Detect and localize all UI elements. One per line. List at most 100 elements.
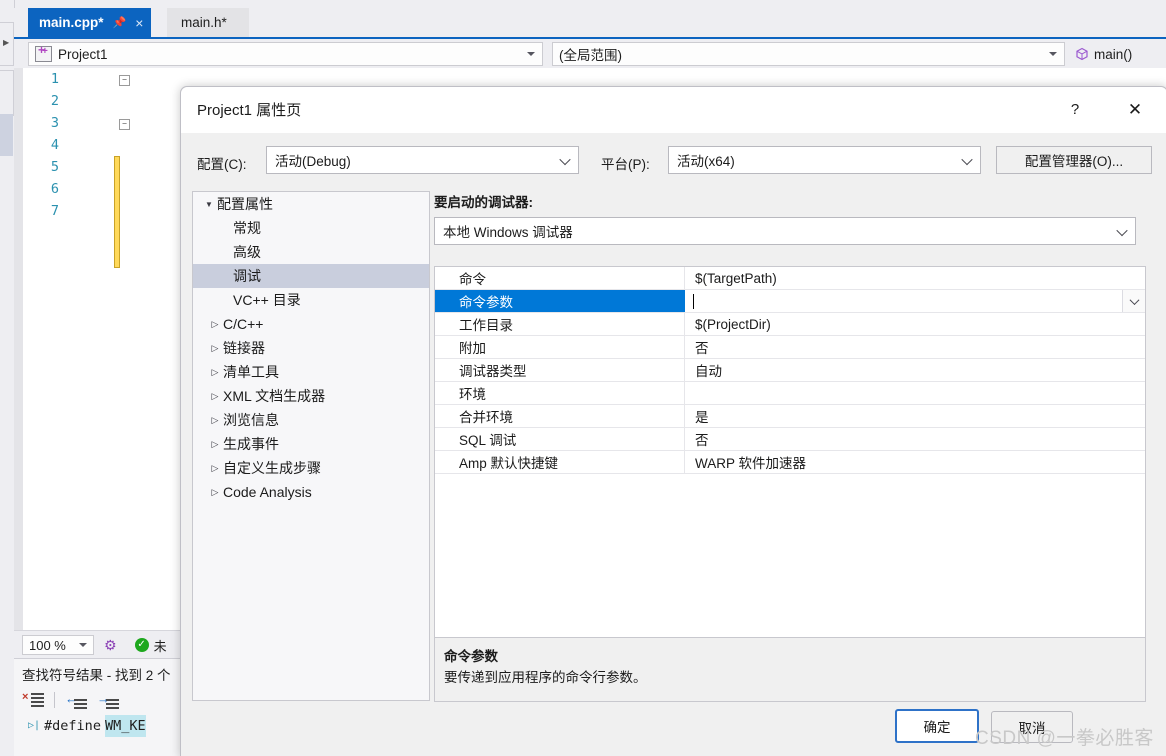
pin-icon[interactable]: 📌: [113, 16, 127, 29]
help-icon[interactable]: ?: [1061, 98, 1089, 122]
find-results-title: 查找符号结果 - 找到 2 个: [22, 664, 171, 684]
close-icon[interactable]: ✕: [1121, 98, 1149, 122]
tree-item-vcpp-directories[interactable]: VC++ 目录: [193, 288, 429, 312]
chevron-down-icon: [1116, 225, 1127, 236]
property-row-command-arguments[interactable]: 命令参数: [435, 290, 1145, 313]
tree-item-browse-information[interactable]: ▷ 浏览信息: [193, 408, 429, 432]
description-body: 要传递到应用程序的命令行参数。: [444, 666, 647, 686]
tree-item-c-cpp[interactable]: ▷ C/C++: [193, 312, 429, 336]
chevron-right-icon[interactable]: ▷: [207, 367, 223, 378]
debugger-selector[interactable]: 本地 Windows 调试器: [434, 217, 1136, 245]
tree-item-configuration-properties[interactable]: ▼ 配置属性: [193, 192, 429, 216]
dialog-config-bar: 配置(C): 活动(Debug) 平台(P): 活动(x64) 配置管理器(O)…: [181, 133, 1166, 189]
property-row-command[interactable]: 命令 $(TargetPath): [435, 267, 1145, 290]
property-value[interactable]: 否: [685, 428, 1145, 450]
property-row-merge-environment[interactable]: 合并环境 是: [435, 405, 1145, 428]
platform-selector[interactable]: 活动(x64): [668, 146, 981, 174]
text-cursor: [693, 294, 694, 309]
project-selector-value: Project1: [58, 47, 108, 62]
tree-item-label: 链接器: [223, 338, 265, 358]
tree-item-advanced[interactable]: 高级: [193, 240, 429, 264]
chevron-right-icon[interactable]: ▷: [207, 319, 223, 330]
property-description-box: 命令参数 要传递到应用程序的命令行参数。: [434, 637, 1146, 702]
property-value[interactable]: [685, 382, 1145, 404]
configuration-manager-button[interactable]: 配置管理器(O)...: [996, 146, 1152, 174]
zoom-level-selector[interactable]: 100 %: [22, 635, 94, 655]
find-result-row[interactable]: ▷| #define WM_KE: [28, 715, 146, 737]
property-value[interactable]: 否: [685, 336, 1145, 358]
ok-button[interactable]: 确定: [895, 709, 979, 743]
tree-item-label: 生成事件: [223, 434, 279, 454]
config-selector[interactable]: 活动(Debug): [266, 146, 579, 174]
tree-item-label: C/C++: [223, 316, 263, 332]
property-page-content: 要启动的调试器: 本地 Windows 调试器 命令 $(TargetPath)…: [434, 191, 1156, 699]
chevron-right-icon[interactable]: ▷: [207, 487, 223, 498]
chevron-down-icon: [961, 154, 972, 165]
find-results-toolbar: × ← →: [22, 687, 119, 713]
tree-item-label: 调试: [233, 266, 261, 286]
property-dropdown-button[interactable]: [1122, 290, 1145, 312]
property-value[interactable]: 自动: [685, 359, 1145, 381]
ok-button-label: 确定: [924, 716, 951, 736]
intellicode-icon[interactable]: ⚙: [104, 637, 117, 654]
chevron-right-icon[interactable]: ▷: [207, 415, 223, 426]
fold-collapse-icon[interactable]: −: [119, 75, 130, 86]
line-number: 2: [29, 90, 59, 112]
method-cube-icon: [1075, 47, 1089, 61]
property-row-environment[interactable]: 环境: [435, 382, 1145, 405]
tab-main-h[interactable]: main.h*: [167, 8, 249, 37]
left-dock-tab-2[interactable]: [0, 70, 14, 116]
chevron-down-icon[interactable]: ▼: [201, 200, 217, 209]
property-row-attach[interactable]: 附加 否: [435, 336, 1145, 359]
tree-item-label: 自定义生成步骤: [223, 458, 321, 478]
tree-item-custom-build-step[interactable]: ▷ 自定义生成步骤: [193, 456, 429, 480]
project-icon: [35, 46, 52, 62]
chevron-right-icon[interactable]: ▷: [207, 463, 223, 474]
property-grid[interactable]: 命令 $(TargetPath) 命令参数 工作目录 $(Projec: [434, 266, 1146, 701]
tree-item-general[interactable]: 常规: [193, 216, 429, 240]
left-dock-tab-selected[interactable]: [0, 114, 13, 156]
dialog-title-bar[interactable]: Project1 属性页 ? ✕: [181, 87, 1166, 133]
property-value[interactable]: $(ProjectDir): [685, 313, 1145, 335]
platform-label: 平台(P):: [601, 153, 650, 173]
fold-collapse-icon[interactable]: −: [119, 119, 130, 130]
property-row-debugger-type[interactable]: 调试器类型 自动: [435, 359, 1145, 382]
chevron-right-icon[interactable]: ▷: [207, 343, 223, 354]
property-value[interactable]: $(TargetPath): [685, 267, 1145, 289]
tree-item-code-analysis[interactable]: ▷ Code Analysis: [193, 480, 429, 504]
member-selector[interactable]: main(): [1069, 42, 1166, 66]
project-selector[interactable]: Project1: [28, 42, 543, 66]
property-row-amp-default-accelerator[interactable]: Amp 默认快捷键 WARP 软件加速器: [435, 451, 1145, 474]
tab-main-cpp[interactable]: main.cpp* 📌 ×: [28, 8, 151, 37]
property-value-input[interactable]: [685, 290, 1145, 312]
tree-item-linker[interactable]: ▷ 链接器: [193, 336, 429, 360]
cancel-button[interactable]: 取消: [991, 711, 1073, 743]
debugger-selector-value: 本地 Windows 调试器: [443, 221, 573, 241]
property-row-sql-debugging[interactable]: SQL 调试 否: [435, 428, 1145, 451]
chevron-down-icon: [1129, 295, 1139, 305]
dialog-title: Project1 属性页: [197, 99, 301, 120]
clear-results-icon[interactable]: ×: [22, 691, 44, 709]
property-value[interactable]: 是: [685, 405, 1145, 427]
chevron-right-icon[interactable]: ▷: [207, 439, 223, 450]
property-value[interactable]: WARP 软件加速器: [685, 451, 1145, 473]
close-icon[interactable]: ×: [135, 15, 143, 31]
chevron-right-icon[interactable]: ▶: [3, 38, 9, 47]
next-result-icon[interactable]: →: [97, 691, 119, 709]
expand-triangle-icon[interactable]: ▷|: [28, 715, 40, 737]
left-dock-strip: ▶: [0, 0, 15, 756]
scope-selector[interactable]: (全局范围): [552, 42, 1065, 66]
previous-result-icon[interactable]: ←: [65, 691, 87, 709]
property-name: 命令参数: [435, 290, 685, 312]
description-title: 命令参数: [444, 645, 498, 665]
tree-item-debugging[interactable]: 调试: [193, 264, 429, 288]
chevron-right-icon[interactable]: ▷: [207, 391, 223, 402]
property-tree[interactable]: ▼ 配置属性 常规 高级 调试 VC++ 目录 ▷ C/C++ ▷ 链接器: [192, 191, 430, 701]
property-name: 附加: [435, 336, 685, 358]
check-circle-icon: ✓: [135, 638, 149, 652]
tree-item-build-events[interactable]: ▷ 生成事件: [193, 432, 429, 456]
tree-item-manifest-tool[interactable]: ▷ 清单工具: [193, 360, 429, 384]
tree-item-xml-document-generator[interactable]: ▷ XML 文档生成器: [193, 384, 429, 408]
member-selector-value: main(): [1094, 47, 1132, 62]
property-row-working-directory[interactable]: 工作目录 $(ProjectDir): [435, 313, 1145, 336]
